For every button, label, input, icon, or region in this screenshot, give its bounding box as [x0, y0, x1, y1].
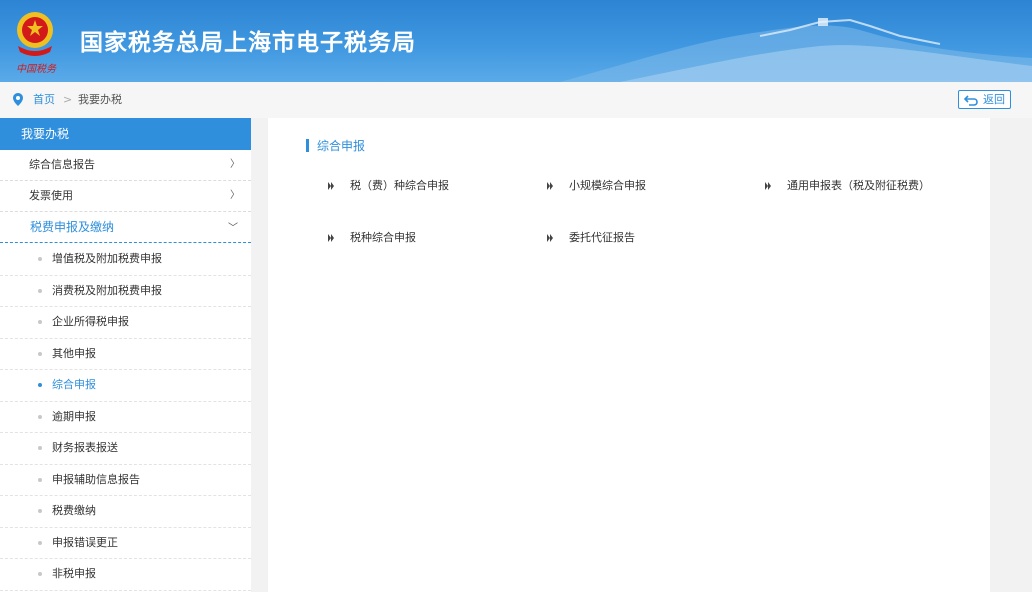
sidebar-subitem-overdue[interactable]: 逾期申报	[0, 402, 251, 433]
sidebar-subitem-correction[interactable]: 申报错误更正	[0, 528, 251, 559]
sidebar-subitem-auxiliary-info[interactable]: 申报辅助信息报告	[0, 465, 251, 496]
breadcrumb: 首页 > 我要办税 返回	[0, 82, 1032, 118]
sidebar-subitem-consumption-tax[interactable]: 消费税及附加税费申报	[0, 276, 251, 307]
bullet-icon	[38, 446, 42, 450]
bullet-icon	[38, 572, 42, 576]
chevron-down-icon: ﹀	[228, 223, 238, 234]
chevron-right-icon: 〉	[230, 190, 240, 201]
section-title: 综合申报	[317, 139, 366, 153]
sidebar-item-tax-declaration[interactable]: 税费申报及缴纳 ﹀	[0, 212, 251, 243]
bullet-icon	[38, 288, 42, 293]
bullet-icon	[38, 351, 42, 356]
breadcrumb-home-link[interactable]: 首页	[33, 93, 55, 107]
bullet-icon	[38, 509, 42, 513]
section-marker	[306, 139, 309, 152]
double-arrow-icon	[328, 234, 334, 242]
bullet-icon	[38, 477, 42, 482]
sidebar-subitem-non-tax[interactable]: 非税申报	[0, 559, 251, 591]
sidebar-subitem-comprehensive[interactable]: 综合申报	[0, 370, 251, 402]
sidebar-nav: 我要办税 综合信息报告 〉 发票使用 〉 税费申报及缴纳 ﹀ 增值税及附加税费申…	[0, 118, 251, 592]
double-arrow-icon	[328, 182, 334, 190]
double-arrow-icon	[765, 182, 771, 190]
site-title: 国家税务总局上海市电子税务局	[80, 30, 416, 56]
sidebar-item-invoice[interactable]: 发票使用 〉	[0, 181, 251, 212]
link-entrusted-collection-report[interactable]: 委托代征报告	[547, 230, 727, 246]
sidebar-title: 我要办税	[0, 118, 251, 150]
location-pin-icon	[13, 93, 23, 106]
bullet-icon	[38, 257, 42, 261]
breadcrumb-separator: >	[63, 93, 73, 106]
double-arrow-icon	[547, 182, 553, 190]
back-button-label: 返回	[983, 93, 1005, 106]
link-tax-fee-comprehensive[interactable]: 税（费）种综合申报	[328, 178, 528, 194]
back-button[interactable]: 返回	[958, 90, 1011, 109]
site-header: 中国税务 国家税务总局上海市电子税务局	[0, 0, 1032, 82]
sidebar-item-info-report[interactable]: 综合信息报告 〉	[0, 150, 251, 181]
bullet-icon	[38, 540, 42, 545]
bullet-icon	[38, 414, 42, 419]
signature-text: 中国税务	[16, 64, 56, 75]
bullet-icon	[38, 383, 42, 387]
breadcrumb-current: 我要办税	[78, 93, 122, 106]
link-tax-type-comprehensive[interactable]: 税种综合申报	[328, 230, 528, 246]
sidebar-subitem-financial-statements[interactable]: 财务报表报送	[0, 433, 251, 465]
link-general-declaration-form[interactable]: 通用申报表（税及附征税费）	[765, 178, 985, 194]
sidebar-subitem-payment[interactable]: 税费缴纳	[0, 496, 251, 528]
sidebar-subitem-corporate-income-tax[interactable]: 企业所得税申报	[0, 307, 251, 339]
national-emblem-icon	[17, 12, 53, 56]
bullet-icon	[38, 320, 42, 324]
sidebar-subitem-other[interactable]: 其他申报	[0, 339, 251, 370]
double-arrow-icon	[547, 234, 553, 242]
chevron-right-icon: 〉	[230, 159, 240, 170]
return-arrow-icon	[964, 95, 978, 106]
sidebar-subitem-vat[interactable]: 增值税及附加税费申报	[0, 244, 251, 276]
link-small-scale-comprehensive[interactable]: 小规模综合申报	[547, 178, 727, 194]
content-panel: 综合申报 税（费）种综合申报 小规模综合申报 通用申报表（税及附征税费） 税种综…	[268, 118, 990, 592]
